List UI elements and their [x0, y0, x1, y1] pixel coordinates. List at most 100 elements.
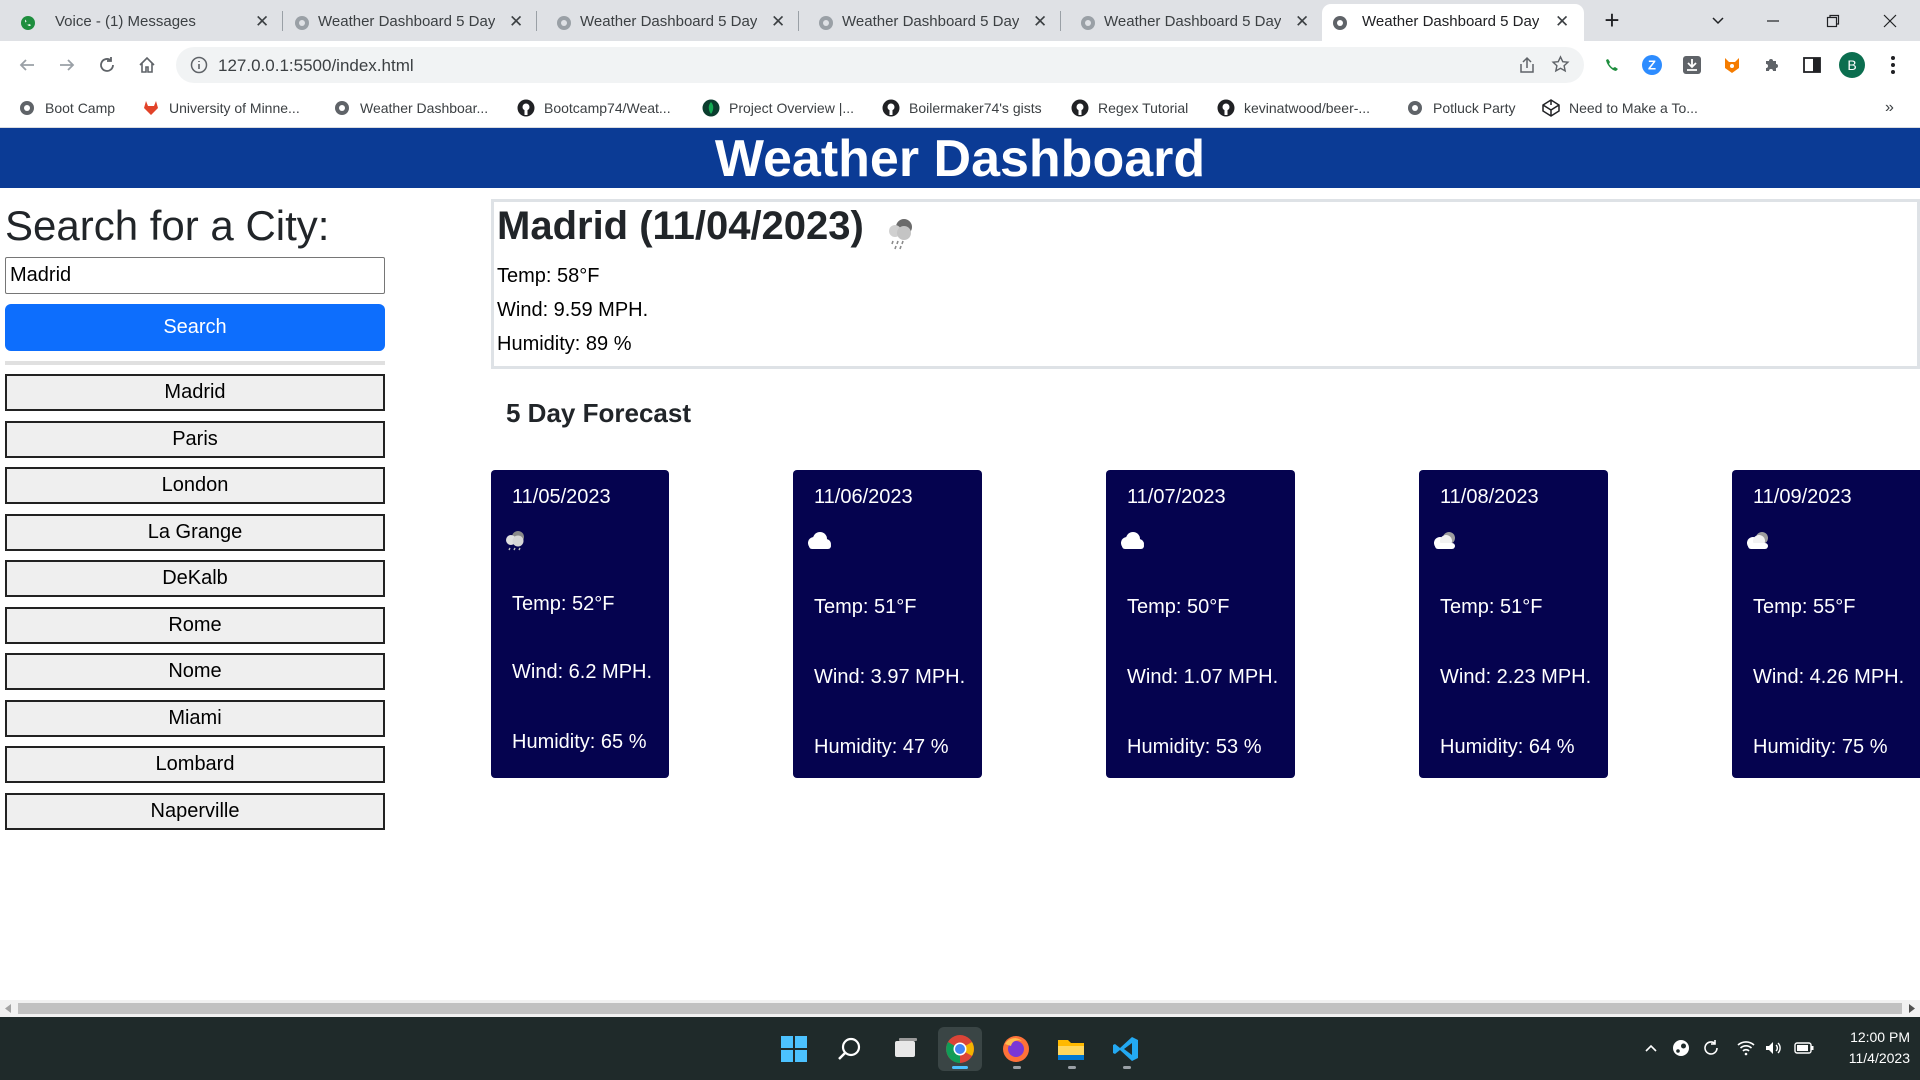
bookmark-beer-repo[interactable]: kevinatwood/beer-...	[1217, 97, 1370, 119]
search-button[interactable]: Search	[5, 304, 385, 351]
share-icon[interactable]	[1518, 56, 1536, 74]
forecast-heading: 5 Day Forecast	[506, 398, 691, 428]
fox-extension-icon[interactable]	[1719, 52, 1745, 78]
current-city-title: Madrid (11/04/2023)	[497, 204, 864, 248]
bookmark-regex-tutorial[interactable]: Regex Tutorial	[1071, 97, 1188, 119]
current-humidity: Humidity: 89 %	[497, 333, 632, 355]
side-panel-icon[interactable]	[1799, 52, 1825, 78]
tab-weather-dashboard-1[interactable]: Weather Dashboard 5 Day ✕	[284, 4, 546, 41]
tab-weather-dashboard-2[interactable]: Weather Dashboard 5 Day ✕	[546, 4, 808, 41]
github-icon	[1217, 99, 1235, 117]
horizontal-scrollbar[interactable]	[0, 1000, 1920, 1017]
browser-menu-icon[interactable]	[1880, 52, 1906, 78]
bookmark-label: Weather Dashboar...	[360, 100, 489, 116]
battery-icon[interactable]	[1793, 1037, 1815, 1059]
tab-search-chevron-icon[interactable]	[1690, 0, 1746, 41]
profile-avatar[interactable]: B	[1839, 52, 1865, 78]
close-tab-icon[interactable]: ✕	[1555, 12, 1569, 32]
new-tab-button[interactable]: +	[1584, 0, 1640, 41]
address-bar[interactable]: 127.0.0.1:5500/index.html	[176, 47, 1584, 83]
running-app-indicator	[1123, 1066, 1131, 1069]
history-city-button[interactable]: La Grange	[5, 513, 385, 551]
show-hidden-icons-chevron-icon[interactable]	[1640, 1037, 1662, 1059]
running-app-indicator	[1013, 1066, 1021, 1069]
bookmark-todo[interactable]: Need to Make a To...	[1542, 97, 1698, 119]
forward-arrow-icon[interactable]	[52, 50, 82, 80]
close-tab-icon[interactable]: ✕	[255, 12, 269, 32]
history-city-button[interactable]: Nome	[5, 653, 385, 690]
bookmark-label: University of Minne...	[169, 100, 300, 116]
history-city-button[interactable]: Lombard	[5, 746, 385, 783]
bookmark-star-icon[interactable]	[1551, 55, 1570, 74]
tab-weather-dashboard-active[interactable]: Weather Dashboard 5 Day ✕	[1322, 4, 1584, 41]
restore-window-icon[interactable]	[1805, 0, 1861, 41]
minimize-window-icon[interactable]	[1745, 0, 1801, 41]
zoom-extension-icon[interactable]: Z	[1639, 52, 1665, 78]
tab-separator	[282, 11, 283, 31]
history-city-button[interactable]: Naperville	[5, 792, 385, 830]
home-icon[interactable]	[132, 50, 162, 80]
codepen-icon	[1542, 99, 1560, 117]
search-icon[interactable]	[828, 1027, 872, 1071]
bookmark-bootcamp-repo[interactable]: Bootcamp74/Weat...	[517, 97, 671, 119]
close-tab-icon[interactable]: ✕	[771, 12, 785, 32]
bookmark-boot-camp[interactable]: Boot Camp	[18, 97, 115, 119]
close-tab-icon[interactable]: ✕	[1295, 12, 1309, 32]
scrollbar-thumb[interactable]	[18, 1003, 1902, 1014]
bookmark-gists[interactable]: Boilermaker74's gists	[882, 97, 1042, 119]
history-city-button[interactable]: DeKalb	[5, 560, 385, 597]
bookmark-label: Regex Tutorial	[1098, 100, 1189, 116]
cloud-icon	[808, 532, 831, 549]
google-voice-extension-icon[interactable]	[1599, 52, 1625, 78]
reload-icon[interactable]	[92, 50, 122, 80]
scroll-left-arrow-icon[interactable]	[4, 1004, 13, 1013]
steam-tray-icon[interactable]	[1670, 1037, 1692, 1059]
tab-weather-dashboard-3[interactable]: Weather Dashboard 5 Day ✕	[808, 4, 1070, 41]
forecast-card: 11/06/2023 Temp: 51°F Wind: 3.97 MPH. Hu…	[793, 470, 982, 778]
active-app-indicator	[952, 1066, 968, 1069]
forecast-temp: Temp: 51°F	[814, 596, 917, 618]
scroll-right-arrow-icon[interactable]	[1907, 1004, 1916, 1013]
download-extension-icon[interactable]	[1679, 52, 1705, 78]
task-view-icon[interactable]	[884, 1027, 928, 1071]
windows-start-icon[interactable]	[772, 1027, 816, 1071]
history-city-button[interactable]: Rome	[5, 606, 385, 644]
github-icon	[1071, 99, 1089, 117]
bookmark-project-overview[interactable]: Project Overview |...	[702, 97, 854, 119]
back-arrow-icon[interactable]	[12, 50, 42, 80]
tab-title: Weather Dashboard 5 Day	[842, 13, 1020, 30]
forecast-date: 11/09/2023	[1753, 486, 1852, 508]
history-city-button[interactable]: Paris	[5, 420, 385, 458]
close-tab-icon[interactable]: ✕	[1033, 12, 1047, 32]
system-clock[interactable]: 12:00 PM 11/4/2023	[1830, 1027, 1910, 1069]
file-explorer-taskbar-icon[interactable]	[1049, 1027, 1093, 1071]
chrome-taskbar-icon[interactable]	[938, 1027, 982, 1071]
bookmark-label: Bootcamp74/Weat...	[544, 100, 671, 116]
bookmark-university[interactable]: University of Minne...	[142, 97, 300, 119]
tab-title: Voice - (1) Messages	[55, 13, 196, 30]
site-info-icon[interactable]	[190, 56, 208, 74]
bookmarks-overflow-button[interactable]: »	[1885, 97, 1894, 119]
tab-separator	[798, 11, 799, 31]
wifi-icon[interactable]	[1735, 1037, 1757, 1059]
sync-tray-icon[interactable]	[1700, 1037, 1722, 1059]
tab-voice-messages[interactable]: Voice - (1) Messages ✕	[10, 4, 280, 41]
extensions-puzzle-icon[interactable]	[1759, 52, 1785, 78]
vscode-taskbar-icon[interactable]	[1104, 1027, 1148, 1071]
bookmark-weather-dashboard[interactable]: Weather Dashboar...	[333, 97, 488, 119]
forecast-wind: Wind: 3.97 MPH.	[814, 666, 966, 688]
tab-weather-dashboard-4[interactable]: Weather Dashboard 5 Day ✕	[1070, 4, 1332, 41]
volume-icon[interactable]	[1763, 1037, 1785, 1059]
bookmark-potluck-party[interactable]: Potluck Party	[1406, 97, 1515, 119]
history-city-button[interactable]: Madrid	[5, 374, 385, 411]
current-wind: Wind: 9.59 MPH.	[497, 299, 649, 321]
bookmark-label: Potluck Party	[1433, 100, 1516, 116]
firefox-taskbar-icon[interactable]	[994, 1027, 1038, 1071]
city-search-input[interactable]	[5, 257, 385, 294]
current-weather-card: Madrid (11/04/2023) Temp: 58°F Wind: 9.5…	[491, 199, 1920, 369]
history-city-button[interactable]: Miami	[5, 699, 385, 737]
close-window-icon[interactable]	[1862, 0, 1918, 41]
forecast-card: 11/08/2023 Temp: 51°F Wind: 2.23 MPH. Hu…	[1419, 470, 1608, 778]
history-city-button[interactable]: London	[5, 467, 385, 504]
close-tab-icon[interactable]: ✕	[509, 12, 523, 32]
